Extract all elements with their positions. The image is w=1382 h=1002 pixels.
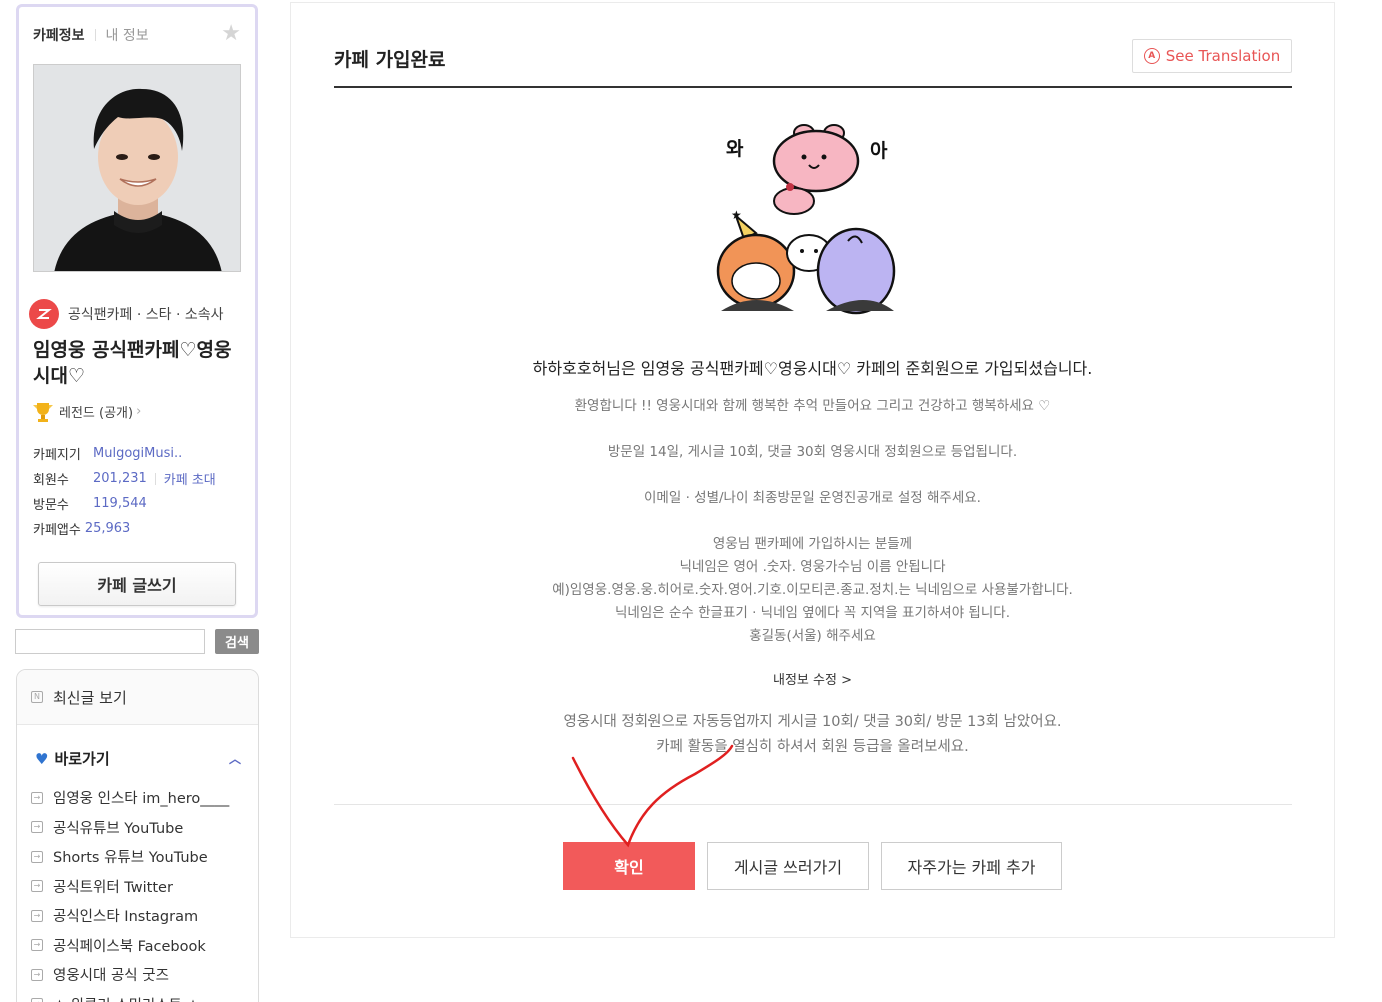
shortcut-list: → 임영웅 인스타 im_hero____ → 공식유튜브 YouTube → Sho… (31, 783, 229, 1002)
remaining-requirements: 카페 활동을 열심히 하셔서 회원 등급을 올려보세요. (656, 739, 969, 755)
shortcut-item[interactable]: → 임영웅 인스타 im_hero____ (31, 783, 229, 813)
legend-trophy-icon (33, 403, 53, 422)
blue-heart-icon: ♥ (35, 749, 49, 768)
shortcut-item-label: ★ 위클리 스밍리스트 ★ (53, 994, 200, 1002)
collapse-icon[interactable]: ︿ (229, 750, 241, 767)
edit-profile-link[interactable]: 내정보 수정 > (291, 669, 1334, 688)
stat-visits-label: 방문수 (33, 498, 69, 513)
welcome-text: 영웅님 팬카페에 가입하시는 분들께 (712, 536, 913, 552)
sidebar-menu: N 최신글 보기 ♥ 바로가기 ︿ → 임영웅 인스타 im_hero____ →… (16, 669, 259, 1002)
link-icon: → (31, 909, 43, 922)
welcome-text: 홍길동(서울) 해주세요 (749, 628, 876, 644)
shortcut-item-label: 공식트위터 Twitter (53, 879, 173, 896)
stat-manager-label: 카페지기 (33, 448, 81, 463)
translate-label: See Translation (1165, 47, 1281, 65)
link-icon: → (31, 998, 43, 1002)
shortcut-item[interactable]: → Shorts 유튜브 YouTube (31, 842, 229, 872)
welcome-text: 방문일 14일, 게시글 10회, 댓글 30회 영웅시대 정회원으로 등업됩니… (607, 444, 1018, 460)
stat-members: 회원수 201,231 카페 초대 (33, 466, 216, 491)
write-post-button[interactable]: 게시글 쓰러가기 (707, 842, 869, 890)
see-translation-button[interactable]: A See Translation (1132, 39, 1292, 73)
shortcut-item[interactable]: → 공식트위터 Twitter (31, 872, 229, 902)
shortcut-item-label: 임영웅 인스타 im_hero____ (53, 791, 230, 808)
welcome-text: 닉네임은 순수 한글표기 · 닉네임 옆에다 꼭 지역을 표기하셔야 됩니다. (615, 605, 1010, 621)
level-text: 레전드 (공개) (59, 405, 134, 421)
shortcut-item[interactable]: → 공식인스타 Instagram (31, 901, 229, 931)
cafe-profile-image (33, 64, 241, 272)
tab-cafe-info[interactable]: 카페정보 (33, 25, 85, 45)
remaining-requirements: 영웅시대 정회원으로 자동등업까지 게시글 10회/ 댓글 30회/ 방문 13… (563, 714, 1062, 730)
illustration-text-right: 아 (870, 140, 888, 162)
stat-members-label: 회원수 (33, 473, 69, 488)
search-button[interactable]: 검색 (215, 629, 259, 654)
cafe-write-button[interactable]: 카페 글쓰기 (38, 562, 236, 606)
shortcut-item-label: 공식페이스북 Facebook (53, 938, 206, 955)
cafe-name[interactable]: 임영웅 공식팬카페♡영웅시대♡ (33, 337, 248, 389)
shortcut-item[interactable]: → 공식유튜브 YouTube (31, 813, 229, 843)
shortcut-item-label: Shorts 유튜브 YouTube (53, 850, 208, 867)
shortcut-title: 바로가기 (54, 750, 110, 768)
link-icon: → (31, 880, 43, 893)
recent-posts-link[interactable]: N 최신글 보기 (17, 670, 258, 725)
page-title: 카페 가입완료 (334, 49, 446, 71)
welcome-text: 이메일 · 성별/나이 최종방문일 운영진공개로 설정 해주세요. (644, 490, 981, 506)
link-icon: → (31, 939, 43, 952)
stat-app-label: 카페앱수 (33, 523, 81, 538)
welcome-text: 환영합니다 !! 영웅시대와 함께 행복한 추억 만들어요 그리고 건강하고 행… (574, 398, 1051, 414)
stat-manager-value[interactable]: MulgogiMusi.. (93, 446, 182, 461)
welcome-text: 닉네임은 영어 .숫자. 영웅가수님 이름 안됩니다 (679, 559, 946, 575)
shortcut-item[interactable]: → 영웅시대 공식 굿즈 (31, 960, 229, 990)
illustration-text-left: 와 (726, 138, 744, 160)
tab-my-info[interactable]: 내 정보 (106, 25, 149, 45)
stat-app-value: 25,963 (84, 521, 131, 536)
shortcut-header: ♥ 바로가기 ︿ (35, 748, 241, 769)
official-cafe-icon (29, 299, 59, 329)
stat-visits-value: 119,544 (93, 496, 147, 511)
svg-text:★: ★ (731, 208, 742, 222)
star-icon[interactable]: ★ (221, 23, 241, 45)
recent-posts-label: 최신글 보기 (53, 688, 127, 707)
shortcut-item[interactable]: → ★ 위클리 스밍리스트 ★ (31, 990, 229, 1002)
translate-icon: A (1143, 48, 1160, 64)
stat-app: 카페앱수 25,963 (33, 516, 216, 541)
board-icon: N (31, 691, 43, 703)
cafe-level[interactable]: 레전드 (공개) › (31, 399, 141, 423)
link-icon: → (31, 968, 43, 981)
shortcut-item-label: 공식인스타 Instagram (53, 909, 199, 926)
join-complete-panel: 카페 가입완료 A See Translation 와 아 ★ 하하호호허님은 … (290, 2, 1335, 938)
link-icon: → (31, 850, 43, 863)
cafe-info-card: 카페정보 내 정보 ★ 공식팬카페 · 스타 · 소속사 임영웅 공식팬카페♡영… (16, 4, 258, 618)
cafe-invite-link[interactable]: 카페 초대 (164, 469, 216, 488)
title-divider (334, 86, 1292, 88)
join-complete-message: 하하호호허님은 임영웅 공식팬카페♡영웅시대♡ 카페의 준회원으로 가입되셨습니… (532, 359, 1093, 378)
celebration-illustration: 와 아 ★ (716, 124, 896, 315)
search-input[interactable] (15, 629, 205, 654)
link-icon: → (31, 821, 43, 834)
stat-divider (154, 472, 156, 485)
welcome-text: 예)임영웅.영웅.웅.히어로.숫자.영어.기호.이모티콘.종교.정치.는 닉네임… (552, 582, 1073, 598)
shortcut-item-label: 공식유튜브 YouTube (53, 820, 184, 837)
stat-manager: 카페지기 MulgogiMusi.. (33, 441, 216, 466)
bottom-divider (334, 804, 1292, 805)
cafe-stats: 카페지기 MulgogiMusi.. 회원수 201,231 카페 초대 방문수… (33, 441, 216, 541)
category-text: 공식팬카페 · 스타 · 소속사 (68, 307, 224, 323)
stat-visits: 방문수 119,544 (33, 491, 216, 516)
cafe-category: 공식팬카페 · 스타 · 소속사 (29, 299, 224, 329)
shortcut-item[interactable]: → 공식페이스북 Facebook (31, 931, 229, 961)
card-tabs: 카페정보 내 정보 (33, 25, 149, 45)
stat-members-value: 201,231 (93, 471, 147, 486)
tab-divider (94, 29, 96, 41)
link-icon: → (31, 791, 43, 804)
confirm-button[interactable]: 확인 (563, 842, 695, 890)
shortcut-item-label: 영웅시대 공식 굿즈 (53, 968, 169, 985)
add-favorite-cafe-button[interactable]: 자주가는 카페 추가 (881, 842, 1062, 890)
chevron-right-icon: › (136, 403, 142, 419)
